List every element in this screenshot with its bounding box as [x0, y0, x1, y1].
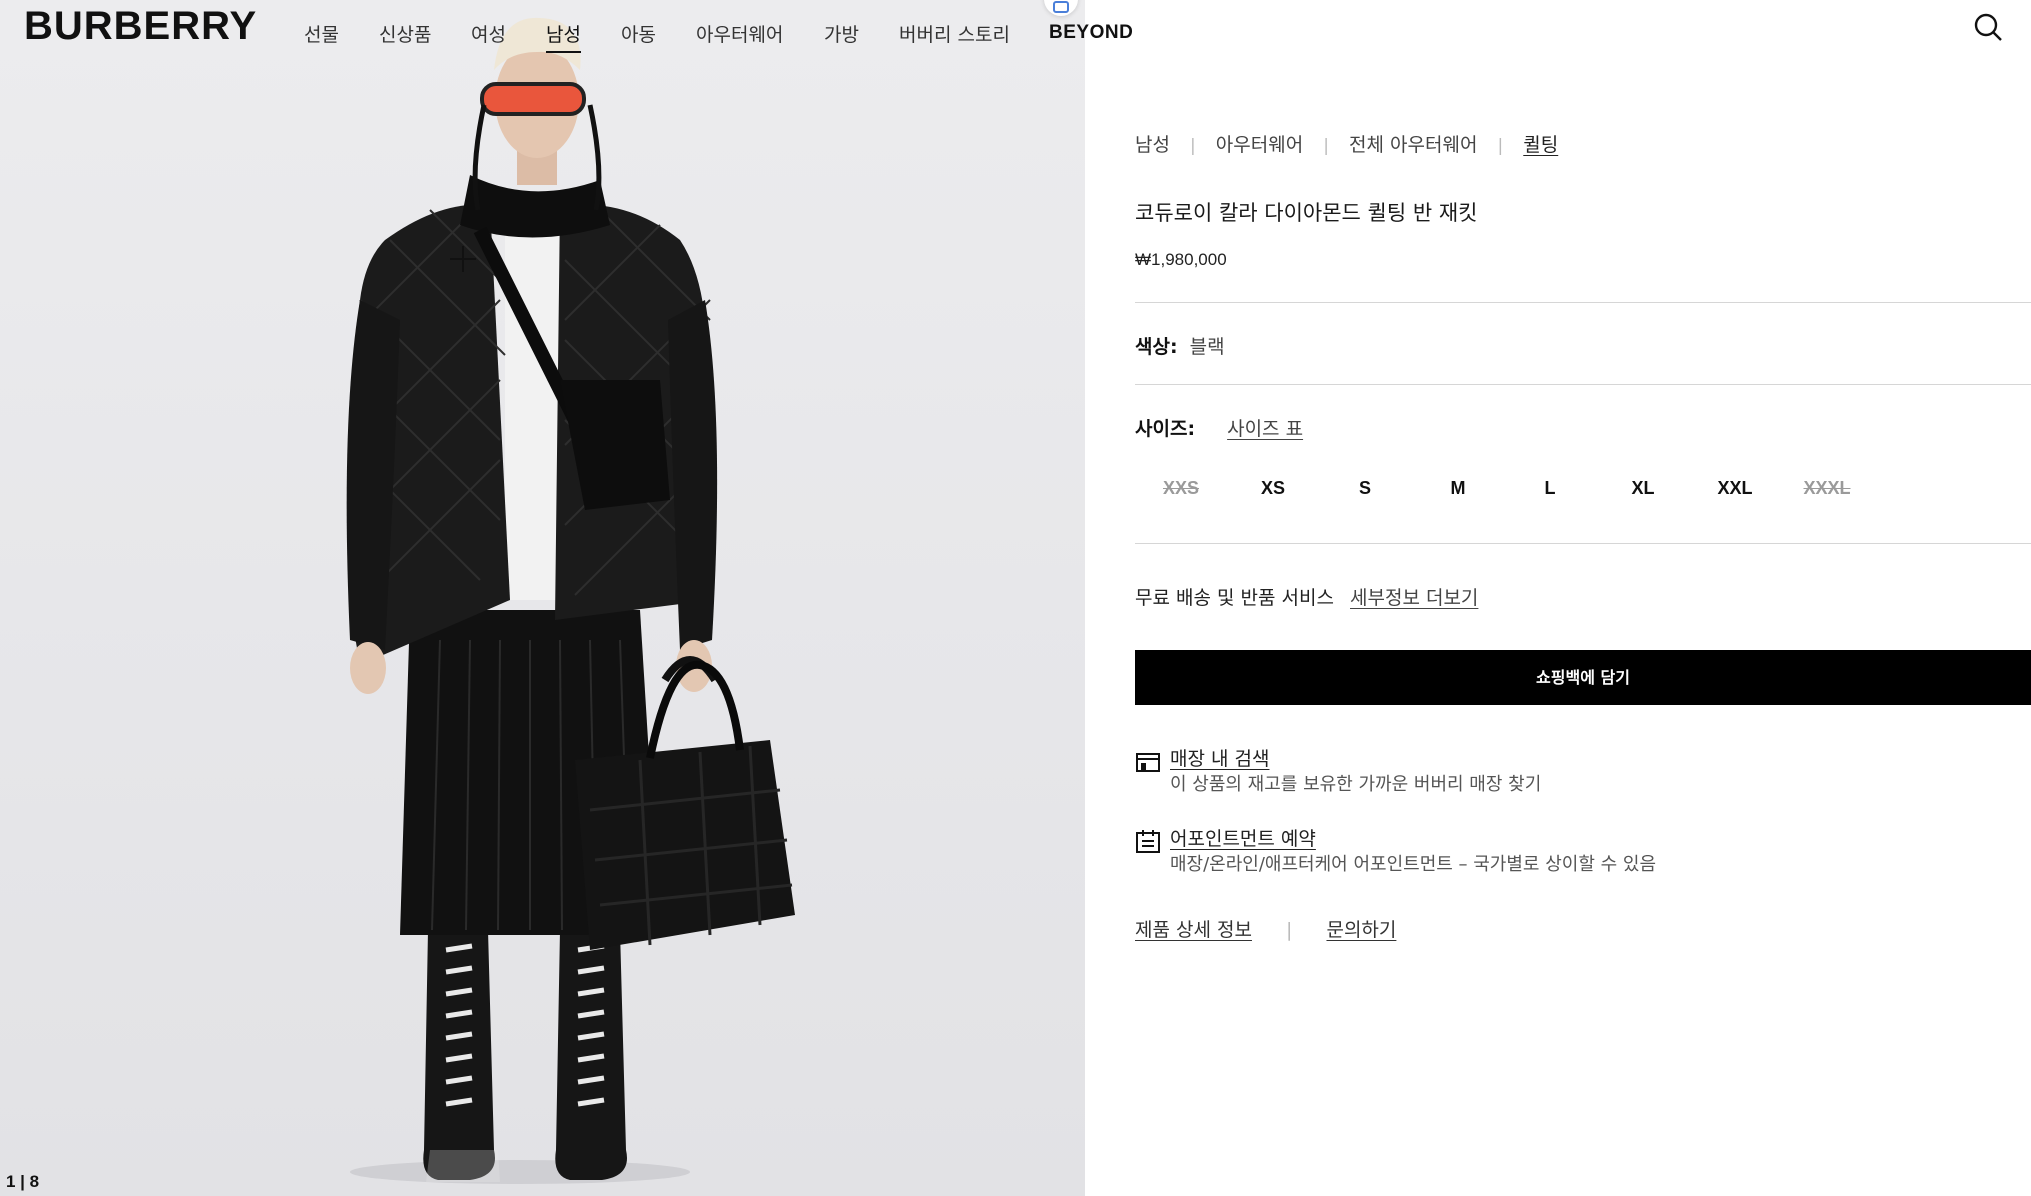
- product-details: 남성 | 아우터웨어 | 전체 아우터웨어 | 퀼팅 코듀로이 칼라 다이아몬드…: [1135, 0, 2031, 1196]
- brand-logo[interactable]: BURBERRY: [24, 4, 257, 49]
- color-selector: 색상: 블랙: [1135, 332, 1225, 359]
- nav-item-children[interactable]: 아동: [621, 20, 656, 47]
- size-option-xxxl[interactable]: XXXL: [1781, 470, 1873, 506]
- divider: [1135, 543, 2031, 544]
- image-counter: 1 | 8: [6, 1172, 40, 1191]
- nav-item-story[interactable]: 버버리 스토리: [899, 20, 1010, 47]
- find-in-store-desc: 이 상품의 재고를 보유한 가까운 버버리 매장 찾기: [1170, 774, 1542, 795]
- visual-search-button[interactable]: [1044, 0, 1078, 16]
- nav-item-beyond[interactable]: BEYOND: [1049, 22, 1133, 44]
- size-option-l[interactable]: L: [1504, 470, 1596, 506]
- shipping-text: 무료 배송 및 반품 서비스: [1135, 587, 1334, 609]
- divider: [1135, 302, 2031, 303]
- size-option-s[interactable]: S: [1319, 470, 1411, 506]
- size-option-m[interactable]: M: [1412, 470, 1504, 506]
- product-details-link[interactable]: 제품 상세 정보: [1135, 919, 1252, 941]
- nav-item-women[interactable]: 여성: [471, 20, 506, 47]
- breadcrumb: 남성 | 아우터웨어 | 전체 아우터웨어 | 퀼팅: [1135, 130, 1558, 157]
- breadcrumb-separator: |: [1497, 136, 1504, 156]
- breadcrumb-men[interactable]: 남성: [1135, 130, 1170, 157]
- product-title: 코듀로이 칼라 다이아몬드 퀼팅 반 재킷: [1135, 201, 1478, 225]
- size-option-xxl[interactable]: XXL: [1689, 470, 1781, 506]
- crosshair-cursor-icon: [450, 246, 476, 272]
- size-header: 사이즈: 사이즈 표: [1135, 414, 1303, 441]
- size-label: 사이즈:: [1135, 418, 1196, 440]
- nav-item-gifts[interactable]: 선물: [304, 20, 339, 47]
- size-option-xs[interactable]: XS: [1227, 470, 1319, 506]
- size-option-xxs[interactable]: XXS: [1135, 470, 1227, 506]
- find-in-store-link[interactable]: 매장 내 검색: [1170, 744, 1269, 771]
- shipping-info: 무료 배송 및 반품 서비스 세부정보 더보기: [1135, 583, 1478, 610]
- breadcrumb-separator: |: [1190, 136, 1196, 156]
- product-price: ₩1,980,000: [1135, 250, 1227, 269]
- model-photo: [346, 17, 795, 1184]
- book-appointment-desc: 매장/온라인/애프터케어 어포인트먼트 – 국가별로 상이할 수 있음: [1170, 854, 1657, 875]
- breadcrumb-quilting[interactable]: 퀼팅: [1523, 130, 1558, 157]
- calendar-icon: [1136, 830, 1160, 853]
- breadcrumb-all-outerwear[interactable]: 전체 아우터웨어: [1349, 130, 1477, 157]
- size-options: XXS XS S M L XL XXL XXXL: [1135, 470, 1935, 506]
- size-guide-link[interactable]: 사이즈 표: [1227, 418, 1303, 440]
- lens-icon: [1053, 1, 1069, 13]
- size-option-xl[interactable]: XL: [1597, 470, 1689, 506]
- contact-us-link[interactable]: 문의하기: [1326, 919, 1396, 941]
- store-icon: [1136, 753, 1160, 772]
- link-divider: |: [1286, 919, 1293, 941]
- book-appointment-link[interactable]: 어포인트먼트 예약: [1170, 824, 1316, 851]
- nav-item-men[interactable]: 남성: [546, 20, 581, 53]
- breadcrumb-outerwear[interactable]: 아우터웨어: [1216, 130, 1303, 157]
- nav-item-new[interactable]: 신상품: [379, 20, 431, 47]
- product-links: 제품 상세 정보 | 문의하기: [1135, 915, 1396, 942]
- nav-item-outerwear[interactable]: 아우터웨어: [696, 20, 783, 47]
- product-image[interactable]: 1 | 8: [0, 0, 1085, 1196]
- shipping-details-link[interactable]: 세부정보 더보기: [1350, 587, 1478, 609]
- divider: [1135, 384, 2031, 385]
- color-label: 색상:: [1135, 336, 1178, 358]
- color-value: 블랙: [1189, 336, 1225, 358]
- nav-item-bags[interactable]: 가방: [824, 20, 859, 47]
- add-to-bag-button[interactable]: 쇼핑백에 담기: [1135, 650, 2031, 705]
- breadcrumb-separator: |: [1323, 136, 1329, 156]
